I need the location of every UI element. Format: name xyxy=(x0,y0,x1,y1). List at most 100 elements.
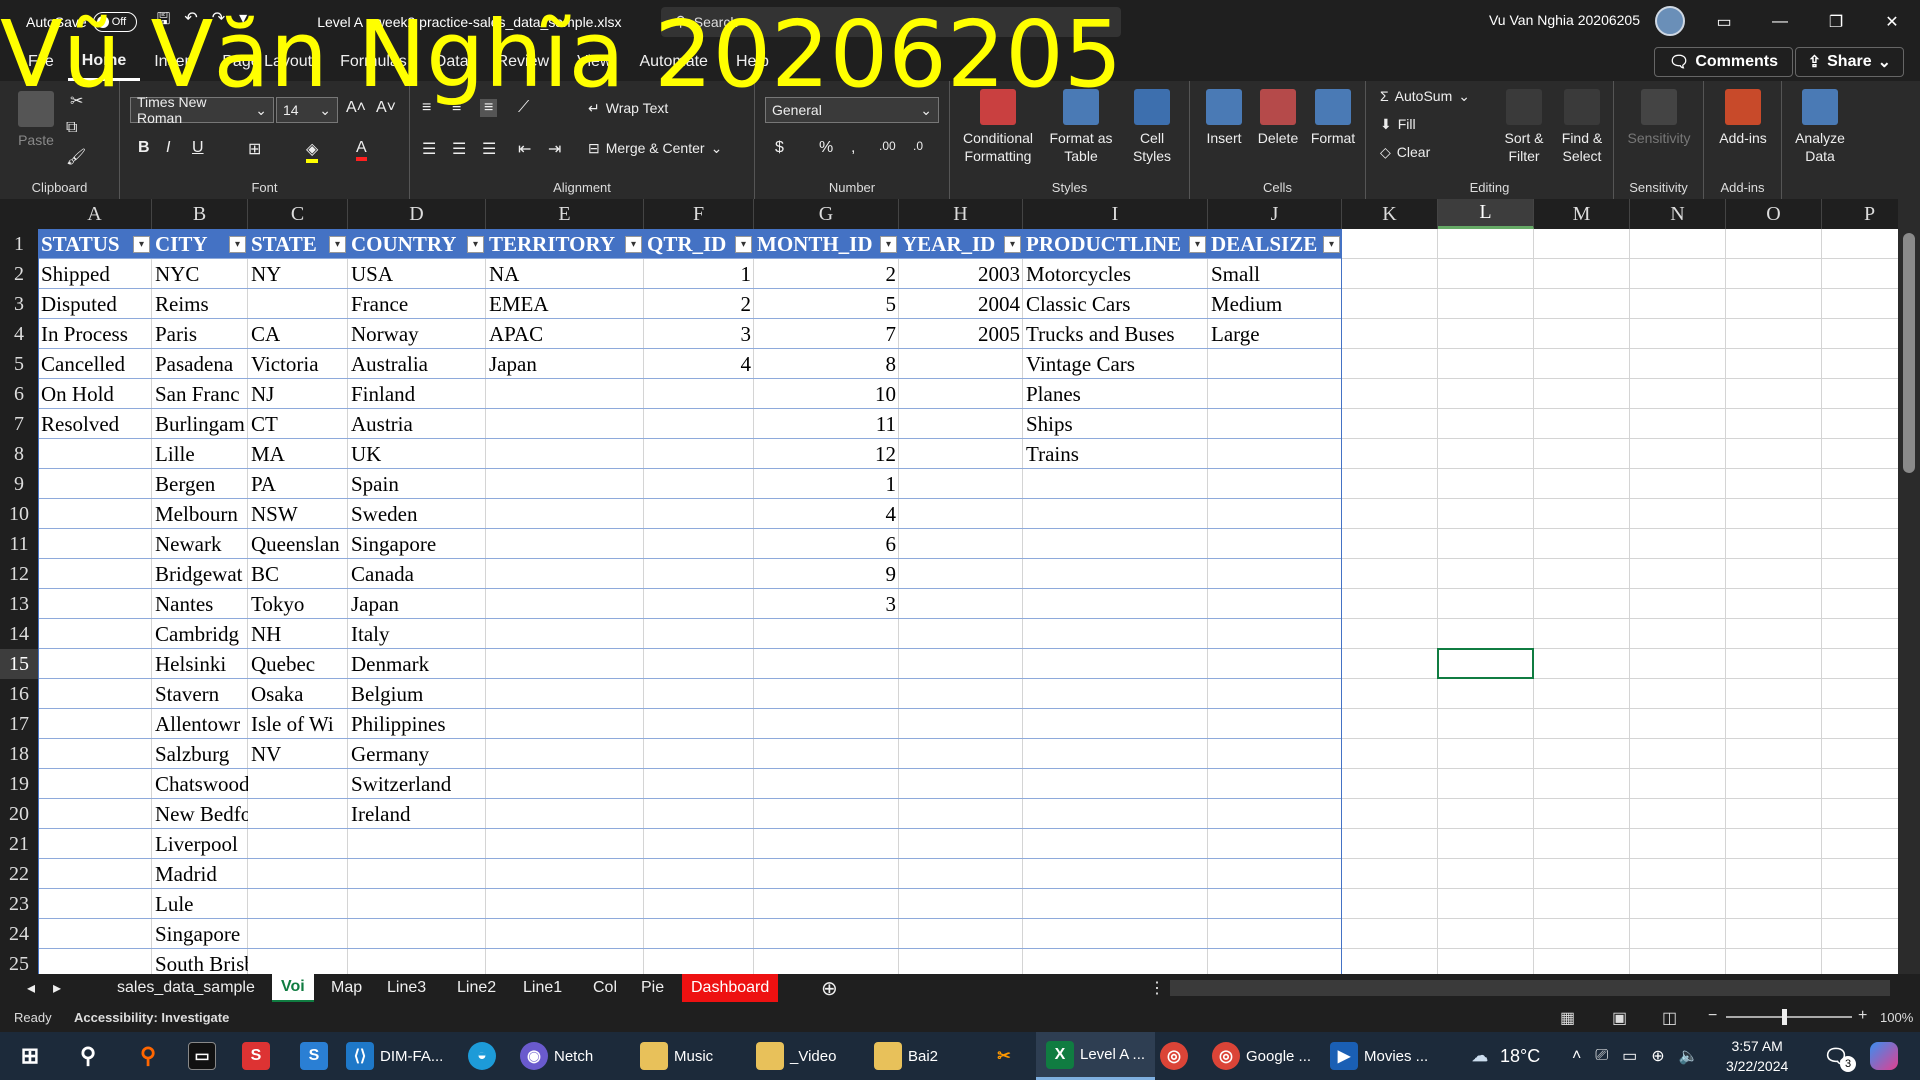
user-name[interactable]: Vu Van Nghia 20206205 xyxy=(1489,12,1640,28)
row-header-12[interactable]: 12 xyxy=(0,559,38,589)
row-header-9[interactable]: 9 xyxy=(0,469,38,499)
tab-insert[interactable]: Insert xyxy=(140,43,208,81)
sort-filter-button[interactable]: Sort & Filter xyxy=(1496,89,1552,165)
row-header-10[interactable]: 10 xyxy=(0,499,38,529)
normal-view-icon[interactable]: ▦ xyxy=(1560,1008,1575,1028)
taskbar-search[interactable]: ⚲ xyxy=(74,1032,102,1080)
analyze-data-button[interactable]: Analyze Data xyxy=(1788,89,1852,165)
accessibility-status[interactable]: Accessibility: Investigate xyxy=(74,1010,229,1025)
taskbar-movies[interactable]: ▶ Movies ... xyxy=(1330,1032,1428,1080)
row-header-24[interactable]: 24 xyxy=(0,919,38,949)
scroll-thumb[interactable] xyxy=(1903,233,1915,473)
autosave-toggle[interactable]: Off xyxy=(92,11,137,32)
copilot-button[interactable] xyxy=(1870,1032,1898,1080)
align-right-icon[interactable]: ☰ xyxy=(482,139,496,159)
column-header-l[interactable]: L xyxy=(1438,199,1534,229)
avatar[interactable] xyxy=(1655,6,1685,36)
merge-center-button[interactable]: ⊟ Merge & Center ⌄ xyxy=(588,139,722,157)
autosum-button[interactable]: Σ AutoSum ⌄ xyxy=(1380,87,1470,105)
taskbar-app-red[interactable]: S xyxy=(242,1032,270,1080)
paste-button[interactable]: Paste xyxy=(12,91,60,149)
format-button[interactable]: Format xyxy=(1306,89,1360,147)
tab-automate[interactable]: Automate xyxy=(625,43,721,81)
save-icon[interactable]: 🖫 xyxy=(157,8,171,35)
taskbar-chrome[interactable]: ◎ xyxy=(1160,1032,1188,1080)
find-select-button[interactable]: Find & Select xyxy=(1554,89,1610,165)
tab-data[interactable]: Data xyxy=(421,43,483,81)
zoom-in-icon[interactable]: + xyxy=(1858,1007,1867,1025)
sheet-tab-voi[interactable]: Voi xyxy=(272,974,314,1002)
ribbon-display-icon[interactable]: ▭ xyxy=(1696,0,1752,43)
addins-button[interactable]: Add-ins xyxy=(1712,89,1774,147)
align-left-icon[interactable]: ☰ xyxy=(422,139,436,159)
undo-icon[interactable]: ↶ xyxy=(184,8,197,35)
column-header-j[interactable]: J xyxy=(1208,199,1342,229)
row-header-19[interactable]: 19 xyxy=(0,769,38,799)
row-header-17[interactable]: 17 xyxy=(0,709,38,739)
column-header-c[interactable]: C xyxy=(248,199,348,229)
sheet-tab-line2[interactable]: Line2 xyxy=(448,974,505,1002)
decrease-font-icon[interactable]: A˅ xyxy=(376,99,396,117)
tray-chevron-icon[interactable]: ˄ xyxy=(1572,1047,1581,1065)
notifications-button[interactable]: 🗨 3 xyxy=(1822,1032,1856,1080)
currency-icon[interactable]: $ xyxy=(775,139,784,157)
tray-device-icon[interactable]: ⎚ xyxy=(1595,1047,1608,1065)
column-header-k[interactable]: K xyxy=(1342,199,1438,229)
font-size-select[interactable]: 14 ⌄ xyxy=(276,97,338,123)
column-header-o[interactable]: O xyxy=(1726,199,1822,229)
column-header-f[interactable]: F xyxy=(644,199,754,229)
delete-button[interactable]: Delete xyxy=(1252,89,1304,147)
copy-icon[interactable]: ⧉ xyxy=(66,119,77,137)
taskbar-netch[interactable]: ◉ Netch xyxy=(520,1032,593,1080)
sheet-tab-map[interactable]: Map xyxy=(322,974,371,1002)
row-header-14[interactable]: 14 xyxy=(0,619,38,649)
align-bottom-icon[interactable]: ≡ xyxy=(480,99,498,117)
tab-review[interactable]: Review xyxy=(483,43,563,81)
borders-icon[interactable]: ⊞ xyxy=(248,139,261,159)
cut-icon[interactable]: ✂ xyxy=(70,91,83,111)
column-header-b[interactable]: B xyxy=(152,199,248,229)
start-button[interactable]: ⊞ xyxy=(16,1032,44,1080)
zoom-slider[interactable] xyxy=(1726,1016,1852,1018)
row-header-15[interactable]: 15 xyxy=(0,649,38,679)
number-format-select[interactable]: General ⌄ xyxy=(765,97,939,123)
italic-icon[interactable]: I xyxy=(166,139,170,157)
wrap-text-button[interactable]: ↵ Wrap Text xyxy=(588,99,668,117)
align-center-icon[interactable]: ☰ xyxy=(452,139,466,159)
tab-formulas[interactable]: Formulas xyxy=(326,43,421,81)
network-icon[interactable]: ⊕ xyxy=(1651,1046,1664,1066)
customize-qat-icon[interactable]: ▾ xyxy=(239,8,247,35)
increase-decimal-icon[interactable]: .00 xyxy=(879,139,896,153)
row-header-3[interactable]: 3 xyxy=(0,289,38,319)
row-header-6[interactable]: 6 xyxy=(0,379,38,409)
autosave[interactable]: AutoSave Off xyxy=(26,11,137,32)
sheet-tab-col[interactable]: Col xyxy=(584,974,626,1002)
active-cell[interactable] xyxy=(1437,648,1534,679)
page-break-view-icon[interactable]: ◫ xyxy=(1662,1008,1677,1028)
insert-button[interactable]: Insert xyxy=(1198,89,1250,147)
taskbar-app-blue[interactable]: S xyxy=(300,1032,328,1080)
zoom-out-icon[interactable]: − xyxy=(1708,1007,1717,1025)
search-box[interactable]: ⚲ Search xyxy=(661,6,1122,37)
restore-icon[interactable]: ❐ xyxy=(1808,0,1864,43)
zoom-level[interactable]: 100% xyxy=(1880,1010,1913,1025)
column-header-i[interactable]: I xyxy=(1023,199,1208,229)
vertical-scrollbar[interactable] xyxy=(1898,199,1920,974)
tab-home[interactable]: Home xyxy=(67,43,141,81)
sensitivity-button[interactable]: Sensitivity xyxy=(1624,89,1694,147)
page-layout-view-icon[interactable]: ▣ xyxy=(1612,1008,1627,1028)
clear-button[interactable]: ◇ Clear xyxy=(1380,143,1430,161)
tab-help[interactable]: Help xyxy=(722,43,783,81)
bold-icon[interactable]: B xyxy=(138,139,150,157)
row-header-11[interactable]: 11 xyxy=(0,529,38,559)
increase-indent-icon[interactable]: ⇥ xyxy=(548,139,561,159)
row-header-4[interactable]: 4 xyxy=(0,319,38,349)
row-header-18[interactable]: 18 xyxy=(0,739,38,769)
row-header-13[interactable]: 13 xyxy=(0,589,38,619)
taskbar-docker[interactable]: ◒ xyxy=(468,1032,496,1080)
row-header-5[interactable]: 5 xyxy=(0,349,38,379)
worksheet-grid[interactable]: STATUS ▾ CITY ▾ STATE ▾ COUNTRY ▾ TERRITORY ▾ QTR_… xyxy=(38,229,1898,974)
column-header-n[interactable]: N xyxy=(1630,199,1726,229)
share-button[interactable]: ⇪ Share ⌄ xyxy=(1794,47,1904,77)
row-header-2[interactable]: 2 xyxy=(0,259,38,289)
